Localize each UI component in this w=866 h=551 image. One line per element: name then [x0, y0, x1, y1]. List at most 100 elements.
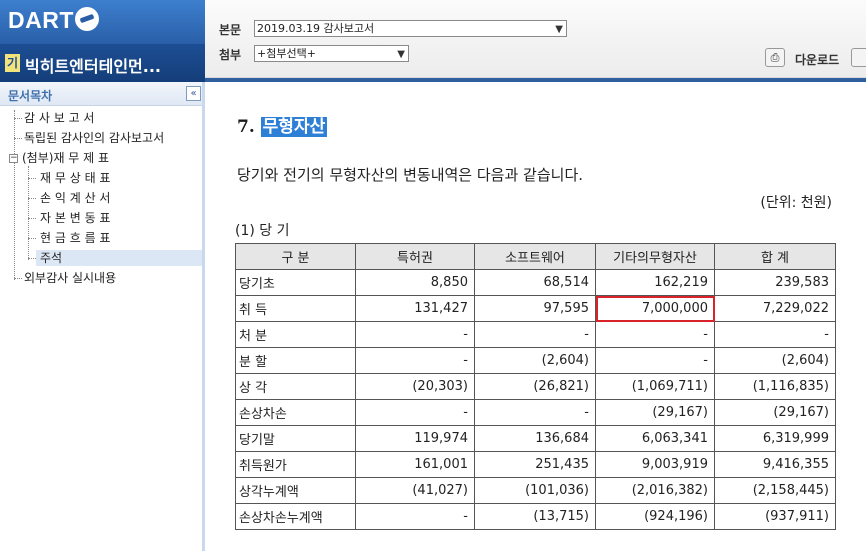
toc-item-equity-changes[interactable]: 자 본 변 동 표	[40, 210, 110, 226]
attach-label: 첨부	[219, 48, 242, 62]
toc-item-financial-statements[interactable]: (첨부)재 무 제 표	[22, 150, 109, 166]
table-cell: (41,027)	[355, 477, 475, 504]
table-cell: (101,036)	[474, 477, 596, 504]
tree-line	[14, 110, 15, 280]
table-row: 분 할 - (2,604) - (2,604)	[235, 347, 836, 374]
table-cell: 239,583	[714, 269, 836, 296]
table-cell: 131,427	[355, 295, 475, 322]
table-cell: -	[355, 347, 475, 374]
table-cell: (26,821)	[474, 373, 596, 400]
logo-icon	[74, 7, 99, 31]
attach-select-value: +첨부선택+	[257, 47, 316, 60]
table-header-cell: 특허권	[355, 243, 475, 270]
report-label: 본문	[219, 23, 242, 37]
table-cell: (13,715)	[474, 503, 596, 530]
table-cell: (924,196)	[595, 503, 715, 530]
collapse-sidebar-button[interactable]: «	[186, 86, 201, 101]
row-label-cell: 당기초	[235, 269, 356, 296]
report-select-value: 2019.03.19 감사보고서	[257, 22, 375, 35]
print-icon[interactable]	[851, 48, 866, 67]
table-cell: -	[474, 321, 596, 348]
chevron-down-icon: ▼	[397, 49, 405, 60]
tree-line	[28, 258, 36, 259]
table-row: 손상차손 - - (29,167) (29,167)	[235, 399, 836, 426]
table-cell: (20,303)	[355, 373, 475, 400]
section-title-text: 무형자산	[260, 117, 328, 137]
table-row: 취 득 131,427 97,595 7,000,000 7,229,022	[235, 295, 836, 322]
table-cell: 97,595	[474, 295, 596, 322]
tree-line	[14, 118, 22, 119]
intangible-assets-table: 구 분 특허권 소프트웨어 기타의무형자산 합 계 당기초 8,850 68,514…	[235, 243, 836, 530]
period-subhead: (1) 당 기	[235, 223, 290, 239]
table-cell: -	[355, 321, 475, 348]
logo-band: DART	[0, 0, 205, 44]
table-cell: -	[595, 347, 715, 374]
company-band: 기 빅히트엔터테인먼...	[0, 44, 205, 82]
row-label-cell: 손상차손	[235, 399, 356, 426]
table-cell: (1,069,711)	[595, 373, 715, 400]
table-cell: (937,911)	[714, 503, 836, 530]
tree-line	[28, 218, 36, 219]
tree-line	[14, 278, 22, 279]
toc-sidebar: 문서목차 « − 감 사 보 고 서 독립된 감사인의 감사보고서 (첨부)재 …	[0, 82, 205, 551]
toc-item-balance-sheet[interactable]: 재 무 상 태 표	[40, 170, 110, 186]
dart-logo[interactable]: DART	[8, 7, 99, 34]
table-cell: (2,016,382)	[595, 477, 715, 504]
row-label-cell: 상 각	[235, 373, 356, 400]
row-label-cell: 취득원가	[235, 451, 356, 478]
row-label-cell: 분 할	[235, 347, 356, 374]
toc-item-audit-report[interactable]: 감 사 보 고 서	[24, 110, 94, 126]
section-number: 7.	[237, 117, 255, 137]
toc-item-independent-auditor-report[interactable]: 독립된 감사인의 감사보고서	[24, 130, 164, 146]
attach-select[interactable]: +첨부선택+ ▼	[254, 45, 409, 62]
table-header-row: 구 분 특허권 소프트웨어 기타의무형자산 합 계	[235, 243, 836, 270]
table-cell: 6,063,341	[595, 425, 715, 452]
chevron-down-icon: ▼	[555, 24, 563, 35]
dart-viewer: DART 기 빅히트엔터테인먼... 본문 2019.03.19 감사보고서 ▼…	[0, 0, 866, 551]
table-cell: 161,001	[355, 451, 475, 478]
company-type-badge: 기	[5, 54, 20, 72]
table-cell: (29,167)	[714, 399, 836, 426]
table-row: 취득원가 161,001 251,435 9,003,919 9,416,355	[235, 451, 836, 478]
table-cell: (2,604)	[474, 347, 596, 374]
logo-text: DART	[8, 7, 74, 33]
company-name: 빅히트엔터테인먼...	[25, 57, 161, 76]
table-header-cell: 합 계	[714, 243, 836, 270]
table-cell: 119,974	[355, 425, 475, 452]
toc-item-income-statement[interactable]: 손 익 계 산 서	[40, 190, 110, 206]
table-cell: 7,229,022	[714, 295, 836, 322]
toc-item-notes[interactable]: 주석	[36, 250, 202, 266]
table-cell: 9,003,919	[595, 451, 715, 478]
report-select[interactable]: 2019.03.19 감사보고서 ▼	[254, 20, 567, 37]
table-cell: 68,514	[474, 269, 596, 296]
table-header-cell: 기타의무형자산	[595, 243, 715, 270]
table-cell: 6,319,999	[714, 425, 836, 452]
row-label-cell: 당기말	[235, 425, 356, 452]
download-icon[interactable]: ⎙	[765, 48, 785, 67]
table-cell: -	[355, 399, 475, 426]
toc-title: 문서목차	[8, 89, 53, 103]
row-label-cell: 상각누계액	[235, 477, 356, 504]
table-header-cell: 구 분	[235, 243, 356, 270]
highlighted-cell: 7,000,000	[595, 295, 715, 322]
toc-header: 문서목차 «	[0, 82, 202, 106]
table-cell: -	[355, 503, 475, 530]
toc-item-external-audit[interactable]: 외부감사 실시내용	[24, 270, 116, 286]
table-cell: (29,167)	[595, 399, 715, 426]
report-body: 7. 무형자산 당기와 전기의 무형자산의 변동내역은 다음과 같습니다. (단…	[208, 82, 866, 551]
table-cell: (1,116,835)	[714, 373, 836, 400]
row-label-cell: 처 분	[235, 321, 356, 348]
table-cell: 9,416,355	[714, 451, 836, 478]
table-row: 상각누계액 (41,027) (101,036) (2,016,382) (2,158,…	[235, 477, 836, 504]
intro-text: 당기와 전기의 무형자산의 변동내역은 다음과 같습니다.	[237, 166, 584, 184]
toc-item-cash-flows[interactable]: 현 금 흐 름 표	[40, 230, 110, 246]
section-title: 7. 무형자산	[237, 112, 328, 137]
row-label-cell: 손상차손누계액	[235, 503, 356, 530]
table-row: 손상차손누계액 - (13,715) (924,196) (937,911)	[235, 503, 836, 530]
table-row: 당기말 119,974 136,684 6,063,341 6,319,999	[235, 425, 836, 452]
collapse-node-icon[interactable]: −	[9, 154, 18, 163]
table-cell: 136,684	[474, 425, 596, 452]
download-button[interactable]: 다운로드	[795, 51, 839, 68]
table-cell: -	[714, 321, 836, 348]
tree-line	[28, 198, 36, 199]
